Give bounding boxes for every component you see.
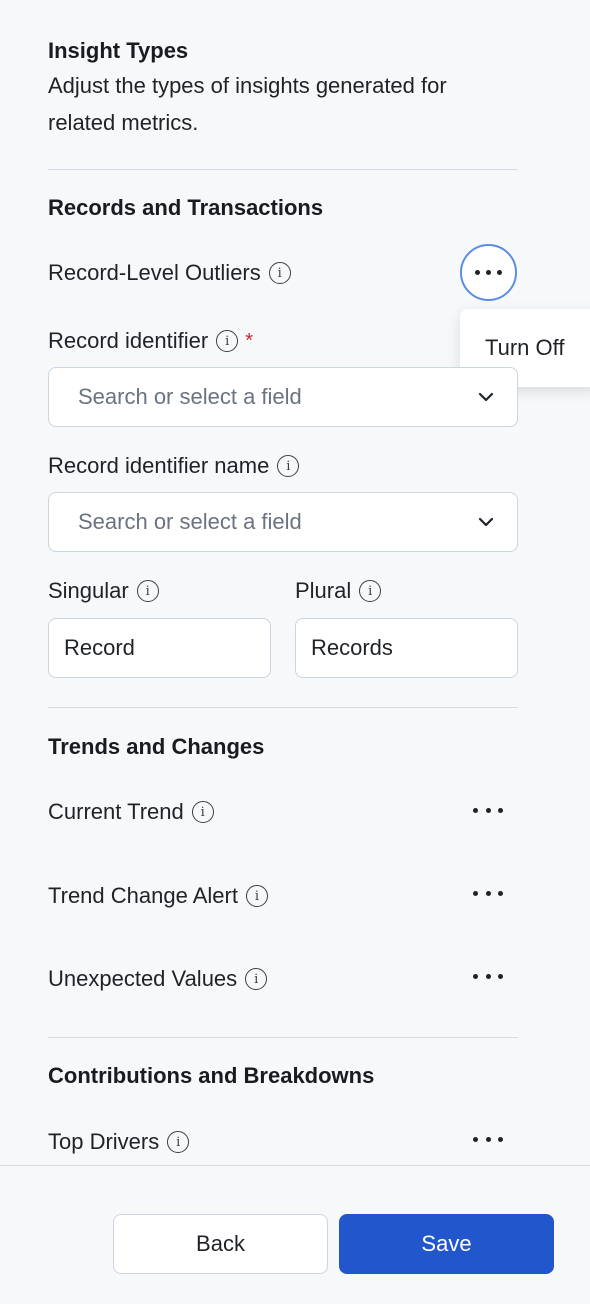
page-description-line1: Adjust the types of insights generated f… xyxy=(48,73,447,98)
more-options-button[interactable] xyxy=(473,1129,503,1149)
page-description-line2: related metrics. xyxy=(48,110,199,135)
dot xyxy=(473,890,478,896)
required-indicator: * xyxy=(245,329,253,352)
record-level-outliers-row: Record-Level Outliers i xyxy=(48,260,291,286)
turn-off-label: Turn Off xyxy=(485,335,565,360)
more-options-button[interactable] xyxy=(473,800,503,820)
plural-row: Plural i xyxy=(295,578,382,604)
dot xyxy=(473,1136,478,1142)
current-trend-row: Current Trend i xyxy=(48,799,214,825)
dot xyxy=(473,973,478,979)
save-button[interactable]: Save xyxy=(339,1214,554,1274)
dot xyxy=(485,890,491,896)
info-icon[interactable]: i xyxy=(167,1131,190,1153)
record-identifier-name-row: Record identifier name i xyxy=(48,453,300,479)
record-level-outliers-label: Record-Level Outliers xyxy=(48,260,261,285)
section-title-trends: Trends and Changes xyxy=(48,734,265,759)
record-identifier-placeholder: Search or select a field xyxy=(78,384,302,409)
unexpected-values-row: Unexpected Values i xyxy=(48,966,268,992)
singular-row: Singular i xyxy=(48,578,159,604)
footer-divider xyxy=(0,1165,590,1166)
record-identifier-select[interactable]: Search or select a field xyxy=(48,367,518,427)
dot xyxy=(498,890,503,896)
dot xyxy=(475,270,480,275)
plural-label: Plural xyxy=(295,578,352,603)
dot xyxy=(485,807,491,813)
dot xyxy=(485,1136,491,1142)
info-icon[interactable]: i xyxy=(359,580,382,602)
unexpected-values-label: Unexpected Values xyxy=(48,966,238,991)
section-title-contributions: Contributions and Breakdowns xyxy=(48,1063,375,1088)
save-button-label: Save xyxy=(421,1231,472,1256)
section-title-records: Records and Transactions xyxy=(48,195,324,220)
more-options-button[interactable] xyxy=(460,244,517,301)
top-drivers-label: Top Drivers xyxy=(48,1129,160,1154)
info-icon[interactable]: i xyxy=(245,968,268,990)
record-identifier-name-label: Record identifier name xyxy=(48,453,270,478)
info-icon[interactable]: i xyxy=(268,262,291,284)
trend-change-alert-row: Trend Change Alert i xyxy=(48,883,268,909)
more-options-button[interactable] xyxy=(473,883,503,903)
page-title: Insight Types xyxy=(48,38,189,63)
more-options-button[interactable] xyxy=(473,966,503,986)
dot xyxy=(498,1136,503,1142)
dot xyxy=(497,270,502,275)
singular-value: Record xyxy=(64,635,135,660)
top-drivers-row: Top Drivers i xyxy=(48,1129,190,1155)
divider xyxy=(48,1037,518,1038)
singular-input[interactable]: Record xyxy=(48,618,271,678)
dot xyxy=(485,973,491,979)
dot xyxy=(498,807,503,813)
singular-label: Singular xyxy=(48,578,129,603)
chevron-down-icon xyxy=(478,392,494,402)
plural-input[interactable]: Records xyxy=(295,618,518,678)
record-identifier-name-select[interactable]: Search or select a field xyxy=(48,492,518,552)
back-button[interactable]: Back xyxy=(113,1214,328,1274)
divider xyxy=(48,169,518,170)
current-trend-label: Current Trend xyxy=(48,799,184,824)
back-button-label: Back xyxy=(196,1231,245,1256)
dot xyxy=(473,807,478,813)
chevron-down-icon xyxy=(478,517,494,527)
dot xyxy=(486,270,491,275)
info-icon[interactable]: i xyxy=(136,580,159,602)
info-icon[interactable]: i xyxy=(245,885,268,907)
plural-value: Records xyxy=(311,635,393,660)
info-icon[interactable]: i xyxy=(191,801,214,823)
divider xyxy=(48,707,518,708)
record-identifier-label: Record identifier xyxy=(48,328,209,353)
record-identifier-row: Record identifier i * xyxy=(48,328,253,354)
info-icon[interactable]: i xyxy=(277,455,300,477)
info-icon[interactable]: i xyxy=(216,330,239,352)
record-identifier-name-placeholder: Search or select a field xyxy=(78,509,302,534)
dot xyxy=(498,973,503,979)
trend-change-alert-label: Trend Change Alert xyxy=(48,883,238,908)
